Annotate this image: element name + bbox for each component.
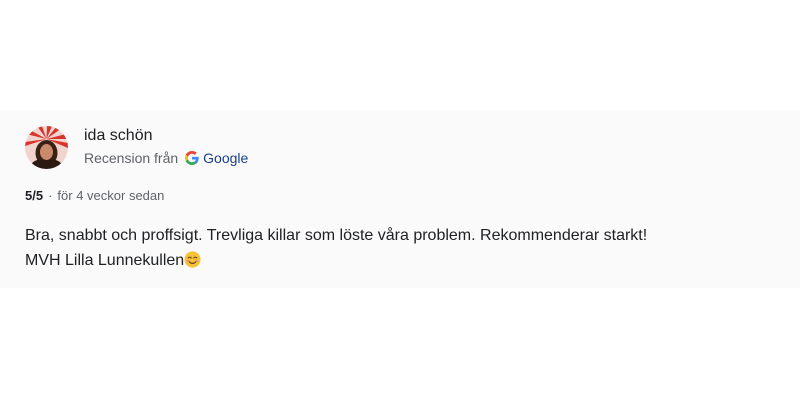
smiling-face-emoji-icon [184, 251, 201, 268]
source-prefix: Recension från [84, 150, 179, 166]
review-card: ida schön Recension från Google 5/5 · för … [0, 110, 800, 288]
review-text-line-1: Bra, snabbt och proffsigt. Trevliga kill… [25, 227, 648, 244]
author-avatar[interactable] [25, 126, 68, 169]
author-name[interactable]: ida schön [84, 127, 153, 145]
meta-separator: · [48, 188, 53, 203]
review-time: för 4 veckor sedan [57, 188, 165, 203]
rating-value: 5/5 [25, 188, 44, 203]
review-text: Bra, snabbt och proffsigt. Trevliga kill… [25, 223, 785, 273]
review-source: Recension från Google [84, 150, 248, 166]
review-text-line-2: MVH Lilla Lunnekullen [25, 252, 185, 269]
review-text-line-2-wrapper: MVH Lilla Lunnekullen [25, 248, 785, 273]
source-brand-link[interactable]: Google [203, 150, 248, 166]
author-photo [25, 126, 68, 169]
review-meta: 5/5 · för 4 veckor sedan [25, 188, 164, 203]
google-g-icon [185, 151, 199, 165]
